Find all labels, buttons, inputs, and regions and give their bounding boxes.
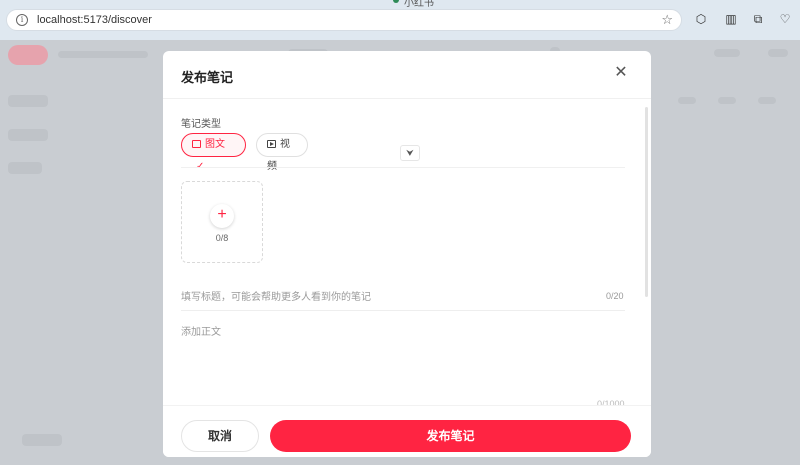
tab-title[interactable]: 小红书 xyxy=(404,0,434,9)
address-bar[interactable]: i localhost:5173/discover ☆ xyxy=(6,9,682,31)
ghost-block xyxy=(718,97,736,104)
cancel-button[interactable]: 取消 xyxy=(181,420,259,452)
image-icon xyxy=(192,140,201,148)
modal-header: 发布笔记 ✕ xyxy=(163,51,651,99)
ghost-block xyxy=(58,51,148,58)
ghost-block xyxy=(768,49,788,57)
close-icon[interactable]: ✕ xyxy=(613,65,629,81)
ghost-block xyxy=(714,49,740,57)
collections-icon[interactable]: ⧉ xyxy=(751,12,765,26)
ghost-block xyxy=(678,97,696,104)
type-option-image-text[interactable]: 图文✓ xyxy=(181,133,246,172)
url-text[interactable]: localhost:5173/discover xyxy=(37,14,152,26)
sidebar-ghost-item xyxy=(22,434,62,446)
modal-title: 发布笔记 xyxy=(181,70,234,85)
tab-favicon xyxy=(393,0,399,3)
info-icon[interactable]: i xyxy=(16,14,28,26)
extensions-icon[interactable]: ⬡ xyxy=(694,12,708,26)
video-icon xyxy=(267,140,276,148)
publish-note-modal: 发布笔记 ✕ 笔记类型 图文✓ 视频 ⮟ + 0/8 0/20 0/1000 取… xyxy=(163,51,651,457)
modal-scrollbar[interactable] xyxy=(645,107,648,297)
sidebar-ghost-item xyxy=(8,162,42,174)
browser-chrome: 小红书 i localhost:5173/discover ☆ ⬡ ▥ ⧉ ♡ xyxy=(0,0,800,40)
publish-button[interactable]: 发布笔记 xyxy=(270,420,631,452)
type-option-label: 图文 xyxy=(205,139,225,150)
ghost-block xyxy=(758,97,776,104)
note-type-label: 笔记类型 xyxy=(181,119,221,130)
site-logo xyxy=(8,45,48,65)
type-option-video[interactable]: 视频 xyxy=(256,133,308,172)
title-char-count: 0/20 xyxy=(606,291,624,301)
favorites-icon[interactable]: ♡ xyxy=(778,12,792,26)
sidebar-ghost-item xyxy=(8,129,48,141)
sidebar-ghost-item xyxy=(8,95,48,107)
star-icon[interactable]: ☆ xyxy=(661,12,673,28)
collapse-handle-icon[interactable]: ⮟ xyxy=(400,145,420,161)
modal-footer: 取消 发布笔记 xyxy=(163,405,651,457)
split-screen-icon[interactable]: ▥ xyxy=(724,12,738,26)
add-image-icon[interactable]: + xyxy=(210,204,234,228)
body-textarea[interactable] xyxy=(181,323,625,403)
image-upload-area[interactable]: + 0/8 xyxy=(181,181,263,263)
divider xyxy=(181,167,625,168)
upload-count: 0/8 xyxy=(215,233,229,243)
title-input[interactable] xyxy=(181,285,625,311)
